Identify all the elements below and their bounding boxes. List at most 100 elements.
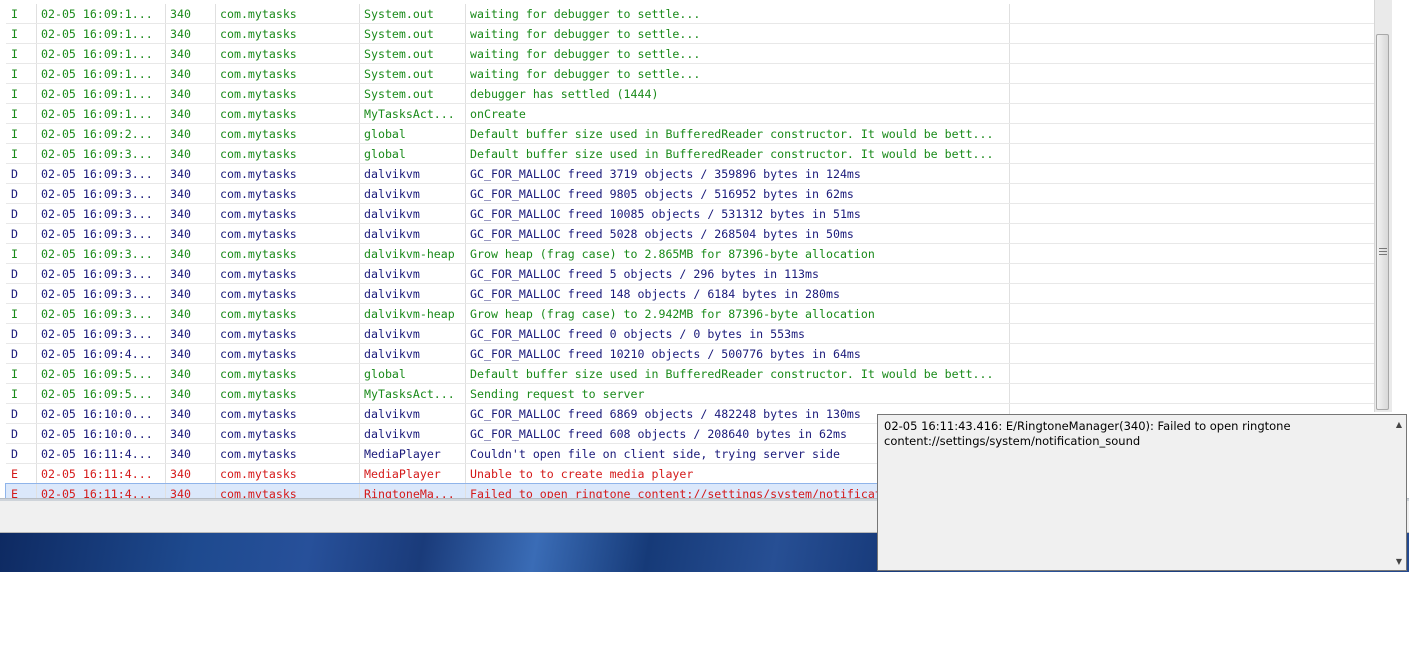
log-tag: dalvikvm	[360, 164, 466, 183]
log-text: GC_FOR_MALLOC freed 148 objects / 6184 b…	[466, 284, 1010, 303]
log-tag: MediaPlayer	[360, 444, 466, 463]
log-level: I	[6, 364, 37, 383]
log-level: D	[6, 344, 37, 363]
log-time: 02-05 16:11:4...	[37, 444, 166, 463]
table-row[interactable]: D 02-05 16:09:3... 340 com.mytasks dalvikvm G…	[6, 264, 1374, 284]
table-row[interactable]: I 02-05 16:09:3... 340 com.mytasks dalvikvm-…	[6, 244, 1374, 264]
log-text: debugger has settled (1444)	[466, 84, 1010, 103]
table-row[interactable]: I 02-05 16:09:1... 340 com.mytasks System.ou…	[6, 44, 1374, 64]
log-text: GC_FOR_MALLOC freed 5028 objects / 26850…	[466, 224, 1010, 243]
log-pid: 340	[166, 404, 216, 423]
chevron-up-icon[interactable]: ▲	[1396, 420, 1402, 429]
log-tag: System.out	[360, 44, 466, 63]
log-level: D	[6, 224, 37, 243]
log-empty-cell	[1010, 364, 1374, 383]
log-tag: dalvikvm	[360, 184, 466, 203]
log-empty-cell	[1010, 204, 1374, 223]
table-row[interactable]: I 02-05 16:09:1... 340 com.mytasks MyTasksAc…	[6, 104, 1374, 124]
log-application: com.mytasks	[216, 104, 360, 123]
logcat-scrollbar-thumb[interactable]	[1376, 34, 1389, 410]
log-application: com.mytasks	[216, 264, 360, 283]
log-application: com.mytasks	[216, 424, 360, 443]
log-text: waiting for debugger to settle...	[466, 4, 1010, 23]
log-application: com.mytasks	[216, 4, 360, 23]
log-level: D	[6, 284, 37, 303]
log-pid: 340	[166, 324, 216, 343]
table-row[interactable]: I 02-05 16:09:2... 340 com.mytasks global Def…	[6, 124, 1374, 144]
log-empty-cell	[1010, 104, 1374, 123]
log-tag: MyTasksAct...	[360, 384, 466, 403]
log-time: 02-05 16:10:0...	[37, 424, 166, 443]
log-application: com.mytasks	[216, 284, 360, 303]
table-row[interactable]: I 02-05 16:09:3... 340 com.mytasks global Def…	[6, 144, 1374, 164]
log-pid: 340	[166, 384, 216, 403]
log-empty-cell	[1010, 64, 1374, 83]
table-row[interactable]: D 02-05 16:09:4... 340 com.mytasks dalvikvm G…	[6, 344, 1374, 364]
table-row[interactable]: I 02-05 16:09:1... 340 com.mytasks System.ou…	[6, 4, 1374, 24]
log-time: 02-05 16:09:1...	[37, 44, 166, 63]
log-time: 02-05 16:09:3...	[37, 224, 166, 243]
log-application: com.mytasks	[216, 384, 360, 403]
table-row[interactable]: I 02-05 16:09:1... 340 com.mytasks System.ou…	[6, 24, 1374, 44]
log-time: 02-05 16:09:1...	[37, 24, 166, 43]
log-tag: MediaPlayer	[360, 464, 466, 483]
table-row[interactable]: I 02-05 16:09:5... 340 com.mytasks global Def…	[6, 364, 1374, 384]
tooltip-scrollbar[interactable]: ▲ ▼	[1389, 415, 1406, 570]
log-application: com.mytasks	[216, 364, 360, 383]
table-row[interactable]: I 02-05 16:09:1... 340 com.mytasks System.ou…	[6, 84, 1374, 104]
log-empty-cell	[1010, 264, 1374, 283]
log-empty-cell	[1010, 344, 1374, 363]
log-pid: 340	[166, 4, 216, 23]
table-row[interactable]: D 02-05 16:09:3... 340 com.mytasks dalvikvm G…	[6, 284, 1374, 304]
log-application: com.mytasks	[216, 64, 360, 83]
table-row[interactable]: D 02-05 16:09:3... 340 com.mytasks dalvikvm G…	[6, 164, 1374, 184]
log-application: com.mytasks	[216, 444, 360, 463]
log-text: Default buffer size used in BufferedRead…	[466, 364, 1010, 383]
log-empty-cell	[1010, 164, 1374, 183]
log-tag: System.out	[360, 4, 466, 23]
log-level: D	[6, 324, 37, 343]
log-level: I	[6, 64, 37, 83]
log-pid: 340	[166, 344, 216, 363]
log-pid: 340	[166, 244, 216, 263]
log-empty-cell	[1010, 24, 1374, 43]
log-text: Grow heap (frag case) to 2.865MB for 873…	[466, 244, 1010, 263]
log-pid: 340	[166, 484, 216, 499]
log-message-tooltip: 02-05 16:11:43.416: E/RingtoneManager(34…	[877, 414, 1407, 571]
log-level: D	[6, 424, 37, 443]
log-tag: dalvikvm	[360, 264, 466, 283]
log-tag: MyTasksAct...	[360, 104, 466, 123]
log-text: waiting for debugger to settle...	[466, 44, 1010, 63]
table-row[interactable]: D 02-05 16:09:3... 340 com.mytasks dalvikvm G…	[6, 184, 1374, 204]
log-empty-cell	[1010, 4, 1374, 23]
log-tag: dalvikvm	[360, 404, 466, 423]
log-tag: dalvikvm	[360, 424, 466, 443]
table-row[interactable]: D 02-05 16:09:3... 340 com.mytasks dalvikvm G…	[6, 204, 1374, 224]
log-level: D	[6, 444, 37, 463]
log-time: 02-05 16:09:3...	[37, 184, 166, 203]
grip-icon	[1379, 248, 1387, 257]
table-row[interactable]: D 02-05 16:09:3... 340 com.mytasks dalvikvm G…	[6, 324, 1374, 344]
log-pid: 340	[166, 364, 216, 383]
log-tag: global	[360, 124, 466, 143]
log-tag: RingtoneMa...	[360, 484, 466, 499]
log-level: I	[6, 144, 37, 163]
log-pid: 340	[166, 204, 216, 223]
table-row[interactable]: I 02-05 16:09:5... 340 com.mytasks MyTasksAc…	[6, 384, 1374, 404]
log-time: 02-05 16:09:5...	[37, 384, 166, 403]
table-row[interactable]: I 02-05 16:09:3... 340 com.mytasks dalvikvm-…	[6, 304, 1374, 324]
log-empty-cell	[1010, 44, 1374, 63]
log-time: 02-05 16:09:1...	[37, 64, 166, 83]
log-time: 02-05 16:10:0...	[37, 404, 166, 423]
log-application: com.mytasks	[216, 404, 360, 423]
log-application: com.mytasks	[216, 224, 360, 243]
chevron-down-icon[interactable]: ▼	[1396, 557, 1402, 566]
log-time: 02-05 16:09:3...	[37, 204, 166, 223]
table-row[interactable]: D 02-05 16:09:3... 340 com.mytasks dalvikvm G…	[6, 224, 1374, 244]
log-application: com.mytasks	[216, 464, 360, 483]
table-row[interactable]: I 02-05 16:09:1... 340 com.mytasks System.ou…	[6, 64, 1374, 84]
log-pid: 340	[166, 144, 216, 163]
log-level: D	[6, 404, 37, 423]
log-time: 02-05 16:09:4...	[37, 344, 166, 363]
log-tag: System.out	[360, 24, 466, 43]
